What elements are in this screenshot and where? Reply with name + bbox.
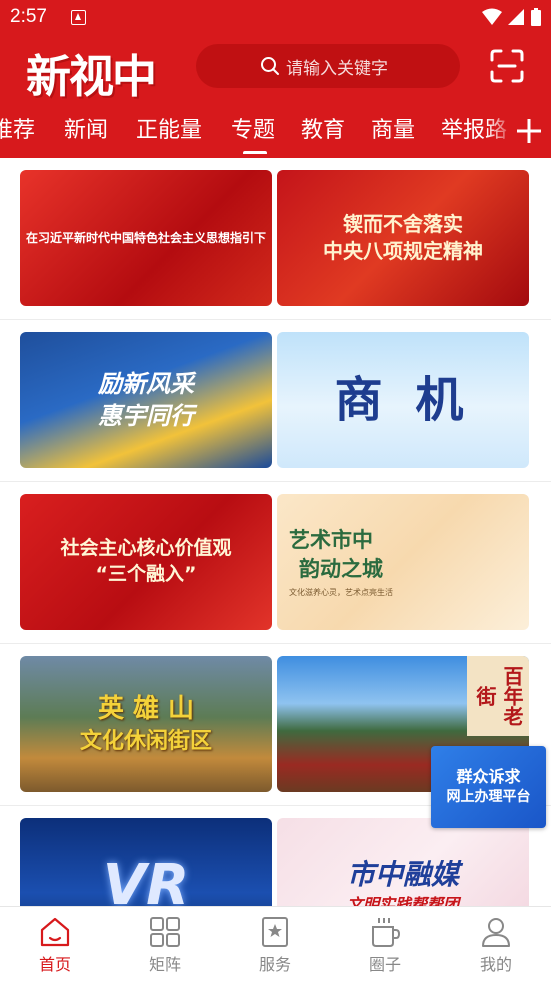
card-subtitle: 韵动之城 xyxy=(299,555,383,581)
card-title: 市中融媒 xyxy=(346,858,459,892)
topic-row: 在习近平新时代中国特色社会主义思想指引下 锲而不舍落实 中央八项规定精神 xyxy=(0,158,551,320)
add-channel-icon[interactable] xyxy=(514,116,544,146)
card-title: 锲而不舍落实 xyxy=(343,212,463,236)
status-icons xyxy=(482,8,541,26)
grid-icon xyxy=(150,917,180,947)
tab-news[interactable]: 新闻 xyxy=(64,112,108,144)
status-time: 2:57 xyxy=(10,6,47,27)
user-icon xyxy=(482,918,510,947)
scan-icon[interactable] xyxy=(490,49,524,83)
nav-label: 首页 xyxy=(38,955,71,974)
tab-discussion[interactable]: 商量 xyxy=(371,112,415,144)
card-title: 商 机 xyxy=(334,371,472,428)
nav-label: 矩阵 xyxy=(148,955,181,974)
nav-services[interactable]: 服务 xyxy=(235,915,315,975)
nav-label: 服务 xyxy=(258,955,291,974)
card-subtitle: 惠宇同行 xyxy=(98,401,194,430)
category-tabs: 推荐 新闻 正能量 专题 教育 商量 举报路 xyxy=(0,106,551,154)
bottom-navigation: 首页 矩阵 服务 圈子 我的 xyxy=(0,906,551,981)
tab-education[interactable]: 教育 xyxy=(301,112,345,144)
topic-card-business[interactable]: 商 机 xyxy=(277,332,529,468)
topic-row: 励新风采 惠宇同行 商 机 xyxy=(0,320,551,482)
card-title: 在习近平新时代中国特色社会主义思想指引下 xyxy=(25,230,266,245)
search-bar[interactable]: 请输入关键字 xyxy=(196,44,460,88)
wifi-icon xyxy=(482,8,502,25)
card-title: 百年老街 xyxy=(467,656,529,736)
card-subtitle: 文化休闲街区 xyxy=(79,727,212,754)
battery-icon xyxy=(531,8,541,26)
home-icon xyxy=(40,917,70,947)
nav-circle[interactable]: 圈子 xyxy=(345,915,425,975)
banner-line1: 群众诉求 xyxy=(456,767,521,786)
search-icon xyxy=(261,57,279,75)
topic-card-new-style[interactable]: 励新风采 惠宇同行 xyxy=(20,332,272,468)
nav-label: 圈子 xyxy=(368,955,401,974)
tab-positive-energy[interactable]: 正能量 xyxy=(136,112,202,144)
app-notification-icon xyxy=(71,10,86,25)
status-bar: 2:57 xyxy=(0,0,551,36)
card-title: 社会主心核心价值观 xyxy=(60,537,232,560)
app-header: 2:57 新视中 请输入关键字 推荐 新闻 正能量 专题 教育 商量 举报路 xyxy=(0,0,551,158)
nav-home[interactable]: 首页 xyxy=(15,915,95,975)
card-title: 励新风采 xyxy=(98,368,194,398)
tab-fade xyxy=(486,106,516,154)
public-appeal-banner[interactable]: 群众诉求 网上办理平台 xyxy=(431,746,546,828)
search-placeholder: 请输入关键字 xyxy=(286,58,388,79)
app-logo: 新视中 xyxy=(26,50,157,103)
active-tab-indicator xyxy=(243,151,267,154)
signal-icon xyxy=(508,9,524,25)
banner-line2: 网上办理平台 xyxy=(446,789,531,806)
card-title: 艺术市中 xyxy=(289,527,373,553)
nav-matrix[interactable]: 矩阵 xyxy=(125,915,205,975)
nav-profile[interactable]: 我的 xyxy=(456,915,536,975)
star-bookmark-icon xyxy=(262,917,288,947)
topic-row: 社会主心核心价值观 “三个融入” 艺术市中 韵动之城 文化滋养心灵，艺术点亮生活 xyxy=(0,482,551,644)
nav-label: 我的 xyxy=(479,955,512,974)
card-subtitle: “三个融入” xyxy=(95,563,197,585)
card-caption: 文化滋养心灵，艺术点亮生活 xyxy=(289,587,393,597)
tab-recommend[interactable]: 推荐 xyxy=(0,112,35,144)
tab-special-topics[interactable]: 专题 xyxy=(231,112,275,144)
card-subtitle: 中央八项规定精神 xyxy=(323,239,483,263)
topic-card-xi-thought[interactable]: 在习近平新时代中国特色社会主义思想指引下 xyxy=(20,170,272,306)
topic-card-art-city[interactable]: 艺术市中 韵动之城 文化滋养心灵，艺术点亮生活 xyxy=(277,494,529,630)
card-title: 英 雄 山 xyxy=(97,693,195,724)
topic-card-yingxiong-mountain[interactable]: 英 雄 山 文化休闲街区 xyxy=(20,656,272,792)
topic-card-eight-rules[interactable]: 锲而不舍落实 中央八项规定精神 xyxy=(277,170,529,306)
topic-card-core-values[interactable]: 社会主心核心价值观 “三个融入” xyxy=(20,494,272,630)
cup-icon xyxy=(372,918,401,947)
